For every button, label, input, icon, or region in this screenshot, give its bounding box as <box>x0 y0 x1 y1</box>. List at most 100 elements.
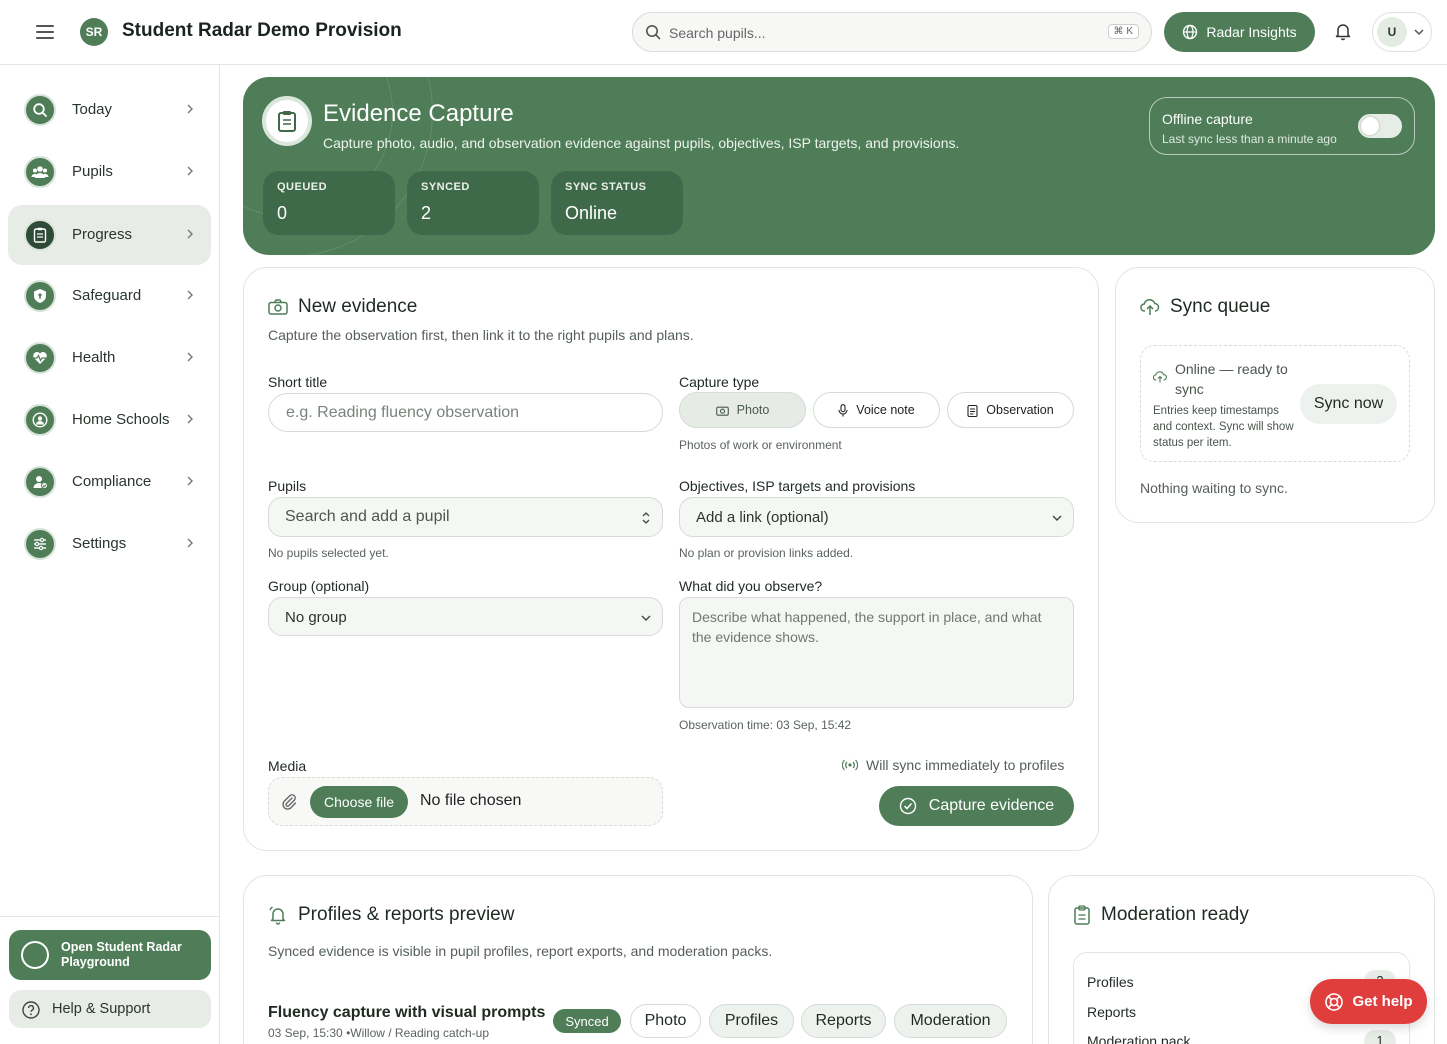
media-upload: Choose file No file chosen <box>268 777 663 826</box>
chip-label: Voice note <box>856 403 915 417</box>
observation-textarea[interactable] <box>679 597 1074 708</box>
shortcut-badge: ⌘ K <box>1107 24 1139 39</box>
sidebar-item-label: Safeguard <box>72 287 142 304</box>
chevron-right-icon <box>184 350 196 369</box>
sidebar-item-safeguard[interactable]: Safeguard <box>8 266 211 326</box>
bell-icon[interactable] <box>1332 20 1354 42</box>
choose-file-button[interactable]: Choose file <box>310 786 408 818</box>
microphone-icon <box>838 403 848 416</box>
new-evidence-description: Capture the observation first, then link… <box>268 327 694 343</box>
sidebar-divider <box>0 916 219 917</box>
tag-moderation: Moderation <box>894 1004 1007 1038</box>
group-label: Group (optional) <box>268 578 370 594</box>
tag-profiles: Profiles <box>709 1004 794 1038</box>
sync-queue-empty: Nothing waiting to sync. <box>1140 480 1288 496</box>
links-select-value: Add a link (optional) <box>696 509 829 526</box>
stat-label: SYNC STATUS <box>565 181 647 193</box>
profiles-preview-description: Synced evidence is visible in pupil prof… <box>268 943 773 959</box>
sidebar-item-home-schools[interactable]: Home Schools <box>8 390 211 450</box>
globe-icon <box>1183 24 1198 40</box>
tag-reports: Reports <box>801 1004 886 1038</box>
sidebar-item-label: Progress <box>72 226 133 243</box>
get-help-button[interactable]: Get help <box>1310 979 1427 1024</box>
short-title-input[interactable] <box>268 393 663 432</box>
hero-banner: Evidence Capture Capture photo, audio, a… <box>243 77 1435 255</box>
sidebar-item-label: Settings <box>72 535 127 552</box>
chevron-up-down-icon <box>640 511 652 529</box>
sidebar-item-pupils[interactable]: Pupils <box>8 142 211 202</box>
page-title: Evidence Capture <box>323 100 514 127</box>
app-logo: SR <box>80 18 108 46</box>
menu-icon[interactable] <box>34 22 56 42</box>
chevron-right-icon <box>184 288 196 307</box>
offline-capture-toggle[interactable] <box>1358 114 1402 138</box>
clipboard-list-icon <box>1074 905 1090 925</box>
pupil-search-placeholder: Search and add a pupil <box>285 508 450 525</box>
sidebar-item-label: Today <box>72 101 113 118</box>
sync-note-text: Will sync immediately to profiles <box>866 757 1065 773</box>
sidebar-item-today[interactable]: Today <box>8 80 211 140</box>
user-menu[interactable]: U <box>1372 12 1432 52</box>
capture-evidence-button[interactable]: Capture evidence <box>879 786 1074 826</box>
open-playground-button[interactable]: Open Student Radar Playground <box>9 930 211 980</box>
media-label: Media <box>268 758 307 774</box>
chevron-down-icon <box>1051 511 1063 528</box>
paperclip-icon <box>281 793 297 816</box>
sync-queue-title: Sync queue <box>1140 296 1270 318</box>
capture-type-observation[interactable]: Observation <box>947 392 1074 428</box>
users-icon <box>24 156 56 188</box>
short-title-label: Short title <box>268 374 328 390</box>
no-file-text: No file chosen <box>420 792 522 809</box>
chevron-right-icon <box>184 164 196 183</box>
search-icon <box>24 94 56 126</box>
evidence-item-title[interactable]: Fluency capture with visual prompts <box>268 1004 545 1022</box>
stat-sync-status: SYNC STATUS Online <box>551 171 683 235</box>
sidebar-item-settings[interactable]: Settings <box>8 514 211 574</box>
group-select[interactable]: No group <box>268 597 663 636</box>
status-badge: Synced <box>553 1009 621 1033</box>
chip-label: Observation <box>986 403 1054 417</box>
sync-status-description: Entries keep timestamps and context. Syn… <box>1153 405 1294 449</box>
capture-type-voice-note[interactable]: Voice note <box>813 392 940 428</box>
check-circle-icon <box>899 797 916 815</box>
cloud-upload-icon <box>1140 298 1160 315</box>
get-help-label: Get help <box>1352 993 1413 1010</box>
moderation-row-label: Reports <box>1087 1004 1137 1020</box>
chevron-right-icon <box>184 474 196 493</box>
sidebar-item-label: Home Schools <box>72 411 170 428</box>
capture-type-hint: Photos of work or environment <box>679 438 842 452</box>
chevron-right-icon <box>184 412 196 431</box>
radar-insights-button[interactable]: Radar Insights <box>1164 12 1315 52</box>
page-subtitle: Capture photo, audio, and observation ev… <box>323 135 960 151</box>
card-title-text: Moderation ready <box>1101 904 1249 925</box>
clipboard-icon <box>967 404 978 417</box>
help-support-button[interactable]: Help & Support <box>9 990 211 1028</box>
chevron-right-icon <box>184 227 196 246</box>
observe-label: What did you observe? <box>679 578 823 594</box>
playground-label: Open Student Radar Playground <box>61 940 182 969</box>
search-input[interactable] <box>669 21 1089 45</box>
moderation-row-label: Moderation pack <box>1087 1033 1191 1044</box>
card-title-text: New evidence <box>298 296 418 317</box>
links-label: Objectives, ISP targets and provisions <box>679 478 916 494</box>
pupils-hint: No pupils selected yet. <box>268 546 389 560</box>
sidebar-item-progress[interactable]: Progress <box>8 205 211 265</box>
sliders-icon <box>24 528 56 560</box>
pupils-label: Pupils <box>268 478 307 494</box>
capture-type-photo[interactable]: Photo <box>679 392 806 428</box>
links-hint: No plan or provision links added. <box>679 546 854 560</box>
sidebar-item-compliance[interactable]: Compliance <box>8 452 211 512</box>
chip-label: Photo <box>736 403 770 417</box>
sidebar-item-health[interactable]: Health <box>8 328 211 388</box>
bell-ring-icon <box>269 906 286 925</box>
moderation-count: 1 <box>1364 1030 1396 1044</box>
cloud-upload-icon <box>1152 370 1167 388</box>
links-select[interactable]: Add a link (optional) <box>679 497 1074 537</box>
chevron-right-icon <box>184 536 196 555</box>
stat-synced: SYNCED 2 <box>407 171 539 235</box>
stat-queued: QUEUED 0 <box>263 171 395 235</box>
pupil-search-select[interactable]: Search and add a pupil <box>268 497 663 537</box>
sync-now-button[interactable]: Sync now <box>1300 384 1397 424</box>
clipboard-icon <box>24 219 56 251</box>
user-circle-icon <box>24 404 56 436</box>
